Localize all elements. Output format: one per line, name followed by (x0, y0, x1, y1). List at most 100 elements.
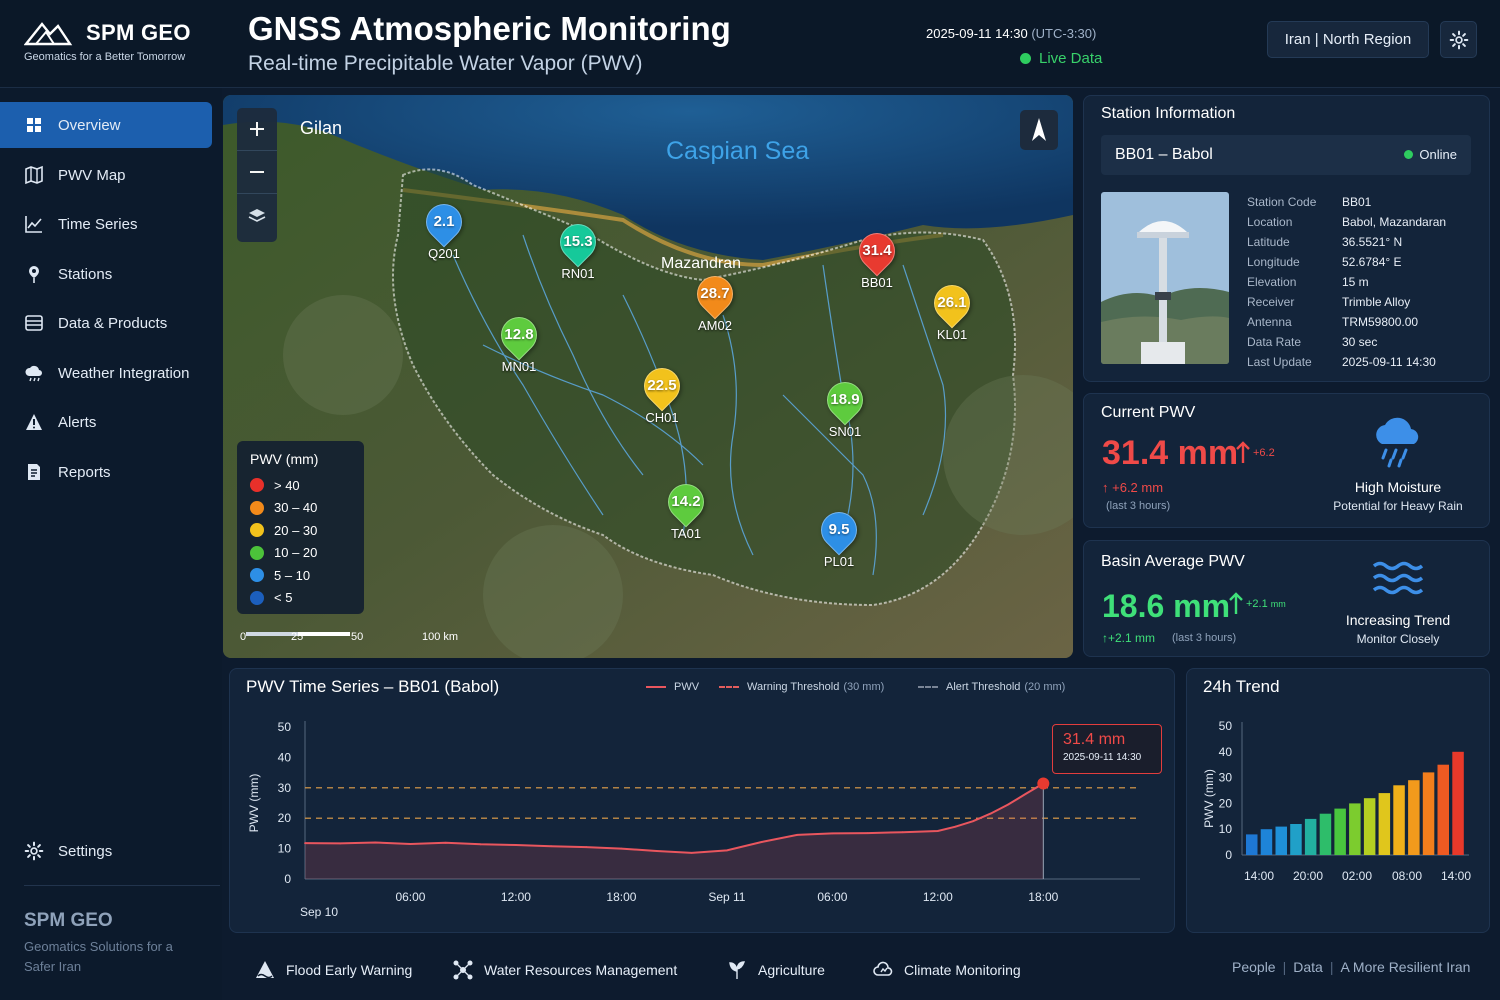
legend-label: > 40 (274, 477, 300, 493)
current-pwv-delta-small: +6.2 (1253, 447, 1275, 459)
info-key: Data Rate (1247, 335, 1302, 349)
y-tick-label: 10 (1219, 822, 1233, 836)
current-value-marker (1037, 777, 1050, 790)
brand-logo[interactable]: SPM GEO Geomatics for a Better Tomorrow (24, 20, 224, 76)
sidebar-item-time-series[interactable]: Time Series (0, 201, 212, 247)
time-series-chart[interactable]: 0 10 20 30 40 50 Sep 10 06:00 12:00 18:00 Sep 11 06… (230, 700, 1174, 930)
info-value: 30 sec (1342, 335, 1378, 349)
station-pwv-value: 9.5 (828, 521, 850, 538)
station-marker-rn01[interactable]: 15.3 RN01 (552, 216, 604, 284)
station-code-label: Q201 (428, 246, 460, 261)
legend-row: 10 – 20 (250, 542, 351, 565)
legend-label: 20 – 30 (274, 522, 318, 538)
trend-bar (1334, 808, 1346, 855)
y-tick-label: 50 (1219, 719, 1233, 733)
basin-pwv-value: 18.6 mm (1102, 588, 1231, 624)
pwv-data-point (954, 825, 957, 828)
footer-item-agriculture[interactable]: Agriculture (726, 959, 825, 981)
y-tick-label: 20 (278, 811, 292, 825)
sidebar-item-label: Reports (58, 463, 111, 481)
station-pwv-value: 22.5 (647, 377, 677, 394)
footer-link-resilient[interactable]: A More Resilient Iran (1340, 959, 1470, 975)
x-tick-label: 06:00 (817, 890, 847, 904)
trend-bar (1393, 785, 1405, 855)
sidebar-item-alerts[interactable]: Alerts (0, 399, 212, 445)
station-marker-mn01[interactable]: 12.8 MN01 (493, 309, 545, 377)
trend-bar (1275, 826, 1287, 855)
station-selector[interactable]: BB01 – Babol Online (1101, 135, 1471, 175)
info-value: Babol, Mazandaran (1342, 215, 1447, 229)
info-row: Latitude 36.5521° N (1247, 232, 1477, 252)
y-tick-label: 0 (1225, 848, 1232, 862)
current-pwv-delta: ↑ +6.2 mm (1102, 480, 1164, 495)
sidebar-footer-text: Geomatics Solutions for a Safer Iran (24, 939, 173, 974)
live-status: Live Data (1020, 50, 1102, 67)
footer-link-data[interactable]: Data (1293, 959, 1323, 975)
settings-label: Settings (58, 842, 113, 860)
current-pwv-status: High Moisture Potential for Heavy Rain (1313, 479, 1483, 513)
zoom-in-button[interactable] (237, 108, 277, 151)
y-tick-label: 30 (1219, 771, 1233, 785)
station-marker-ch01[interactable]: 22.5 CH01 (636, 360, 688, 428)
basin-pwv-delta-small: +2.1 (1246, 598, 1268, 610)
station-marker-q201[interactable]: 2.1 Q201 (418, 196, 470, 264)
sidebar-item-weather[interactable]: Weather Integration (0, 350, 212, 396)
footer-link-people[interactable]: People (1232, 959, 1276, 975)
basin-pwv-change-small: +2.1 mm (1229, 592, 1286, 616)
legend-label: < 5 (274, 590, 293, 606)
station-marker-bb01[interactable]: 31.4 BB01 (851, 225, 903, 293)
station-marker-ta01[interactable]: 14.2 TA01 (660, 476, 712, 544)
zoom-out-button[interactable] (237, 151, 277, 194)
region-selector[interactable]: Iran | North Region (1267, 21, 1429, 58)
info-row: Receiver Trimble Alloy (1247, 292, 1477, 312)
scale-label-100: 100 km (422, 631, 459, 643)
info-row: Data Rate 30 sec (1247, 332, 1477, 352)
warning-triangle-icon (256, 961, 274, 979)
trend-bar (1290, 824, 1302, 855)
station-info-table: Station Code BB01 Location Babol, Mazandara… (1247, 192, 1477, 372)
y-axis-title: PWV (mm) (1202, 769, 1216, 828)
station-marker-sn01[interactable]: 18.9 SN01 (819, 374, 871, 442)
x-tick-label: 14:00 (1441, 869, 1471, 883)
footer-item-climate[interactable]: Climate Monitoring (872, 959, 1021, 981)
station-pwv-value: 14.2 (671, 493, 701, 510)
sidebar-item-reports[interactable]: Reports (0, 449, 212, 495)
info-row: Longitude 52.6784° E (1247, 252, 1477, 272)
compass-button[interactable] (1020, 110, 1058, 150)
pwv-data-point (725, 849, 728, 852)
waves-icon (1372, 561, 1424, 595)
sidebar-item-settings[interactable]: Settings (0, 828, 212, 874)
footer-item-water[interactable]: Water Resources Management (452, 959, 677, 981)
y-tick-label: 0 (284, 872, 291, 886)
layers-button[interactable] (237, 194, 277, 237)
info-value: 15 m (1342, 275, 1369, 289)
current-pwv-change-small: +6.2 (1236, 441, 1275, 465)
plus-icon (250, 122, 264, 136)
info-value: 36.5521° N (1342, 235, 1403, 249)
trend-bar (1260, 829, 1273, 855)
sidebar-item-overview[interactable]: Overview (0, 102, 212, 148)
sidebar-item-data-products[interactable]: Data & Products (0, 300, 212, 346)
x-tick-label: 20:00 (1293, 869, 1323, 883)
station-marker-kl01[interactable]: 26.1 KL01 (926, 277, 978, 345)
pwv-data-point (796, 834, 799, 836)
current-pwv-note: (last 3 hours) (1106, 500, 1171, 512)
station-marker-am02[interactable]: 28.7 AM02 (689, 268, 741, 336)
settings-button[interactable] (1440, 21, 1477, 58)
info-key: Last Update (1247, 355, 1312, 369)
network-icon (453, 960, 473, 980)
x-tick-label: 06:00 (395, 890, 425, 904)
time-series-title: PWV Time Series – BB01 (Babol) (246, 677, 500, 696)
sidebar-item-stations[interactable]: Stations (0, 251, 212, 297)
station-pwv-value: 15.3 (563, 233, 593, 250)
info-row: Antenna TRM59800.00 (1247, 312, 1477, 332)
footer-item-flood[interactable]: Flood Early Warning (254, 959, 412, 981)
station-marker-pl01[interactable]: 9.5 PL01 (813, 504, 865, 572)
sidebar-item-pwv-map[interactable]: PWV Map (0, 152, 212, 198)
legend-label: 5 – 10 (274, 567, 311, 583)
pwv-data-point (550, 845, 553, 848)
pwv-data-point (901, 831, 904, 834)
y-tick-label: 30 (278, 781, 292, 795)
trend-bar-chart[interactable]: 0 10 20 30 40 50 PWV (mm) 14:00 20:00 02:00 08:00 1… (1187, 700, 1489, 930)
trend-bar (1319, 813, 1332, 855)
